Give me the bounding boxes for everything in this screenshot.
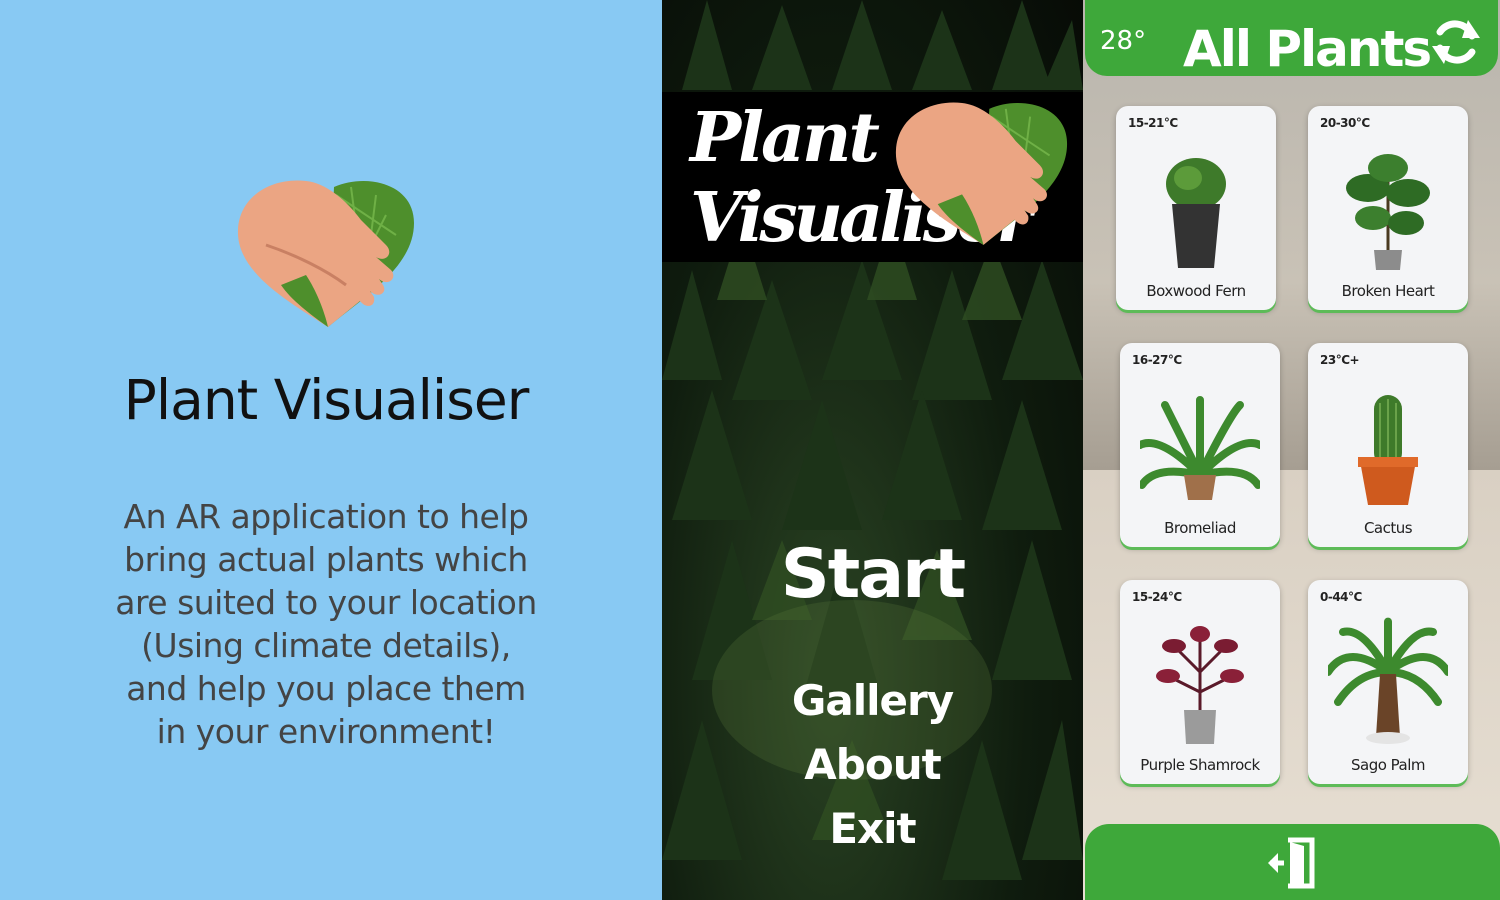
app-description: An AR application to help bring actual p… [115, 497, 537, 751]
about-button[interactable]: About [662, 740, 1083, 789]
plant-card-purple-shamrock[interactable]: 15-24°C Purple Shamrock [1120, 580, 1280, 784]
sago-palm-image [1328, 617, 1448, 744]
screen-title: All Plants [1183, 20, 1432, 78]
exit-door-icon[interactable] [1266, 836, 1318, 890]
heart-hand-leaf-logo [895, 102, 1068, 245]
plant-card-boxwood-fern[interactable]: 15-21°C Boxwood Fern [1116, 106, 1276, 310]
purple-shamrock-image [1156, 626, 1244, 744]
plant-name: Cactus [1363, 519, 1413, 537]
plant-card-bromeliad[interactable]: 16-27°C Bromeliad [1120, 343, 1280, 547]
plant-card-broken-heart[interactable]: 20-30°C Broken Heart [1308, 106, 1468, 310]
bromeliad-image [1140, 396, 1260, 500]
temperature-range: 16-27°C [1132, 353, 1182, 367]
exit-button[interactable]: Exit [662, 804, 1083, 853]
plant-card-cactus[interactable]: 23°C+ Cactus [1308, 343, 1468, 547]
current-temperature: 28° [1100, 26, 1147, 56]
plant-name: Bromeliad [1164, 519, 1236, 537]
app-title: Plant Visualiser [123, 368, 530, 432]
broken-heart-image [1346, 154, 1430, 270]
plant-name: Sago Palm [1350, 756, 1426, 774]
temperature-range: 20-30°C [1320, 116, 1370, 130]
refresh-icon[interactable] [1428, 14, 1484, 70]
plant-name: Purple Shamrock [1140, 756, 1260, 774]
start-button[interactable]: Start [662, 535, 1083, 614]
temperature-range: 15-21°C [1128, 116, 1178, 130]
cactus-image [1358, 395, 1418, 505]
plant-name: Broken Heart [1341, 282, 1435, 300]
temperature-range: 23°C+ [1320, 353, 1360, 367]
gallery-button[interactable]: Gallery [662, 676, 1083, 725]
heart-hand-leaf-logo [237, 180, 414, 327]
main-menu-screen: Plant Visualiser Start Gallery About Exi… [662, 0, 1083, 900]
info-panel: Plant Visualiser An AR application to he… [0, 0, 662, 900]
plant-card-sago-palm[interactable]: 0-44°C Sago Palm [1308, 580, 1468, 784]
brand-title-line1: Plant [690, 98, 880, 178]
temperature-range: 0-44°C [1320, 590, 1362, 604]
temperature-range: 15-24°C [1132, 590, 1182, 604]
all-plants-screen: 28° All Plants 15-21°C Boxwood Fern 20-3… [1083, 0, 1500, 900]
boxwood-fern-image [1166, 158, 1226, 268]
plant-name: Boxwood Fern [1146, 282, 1246, 300]
